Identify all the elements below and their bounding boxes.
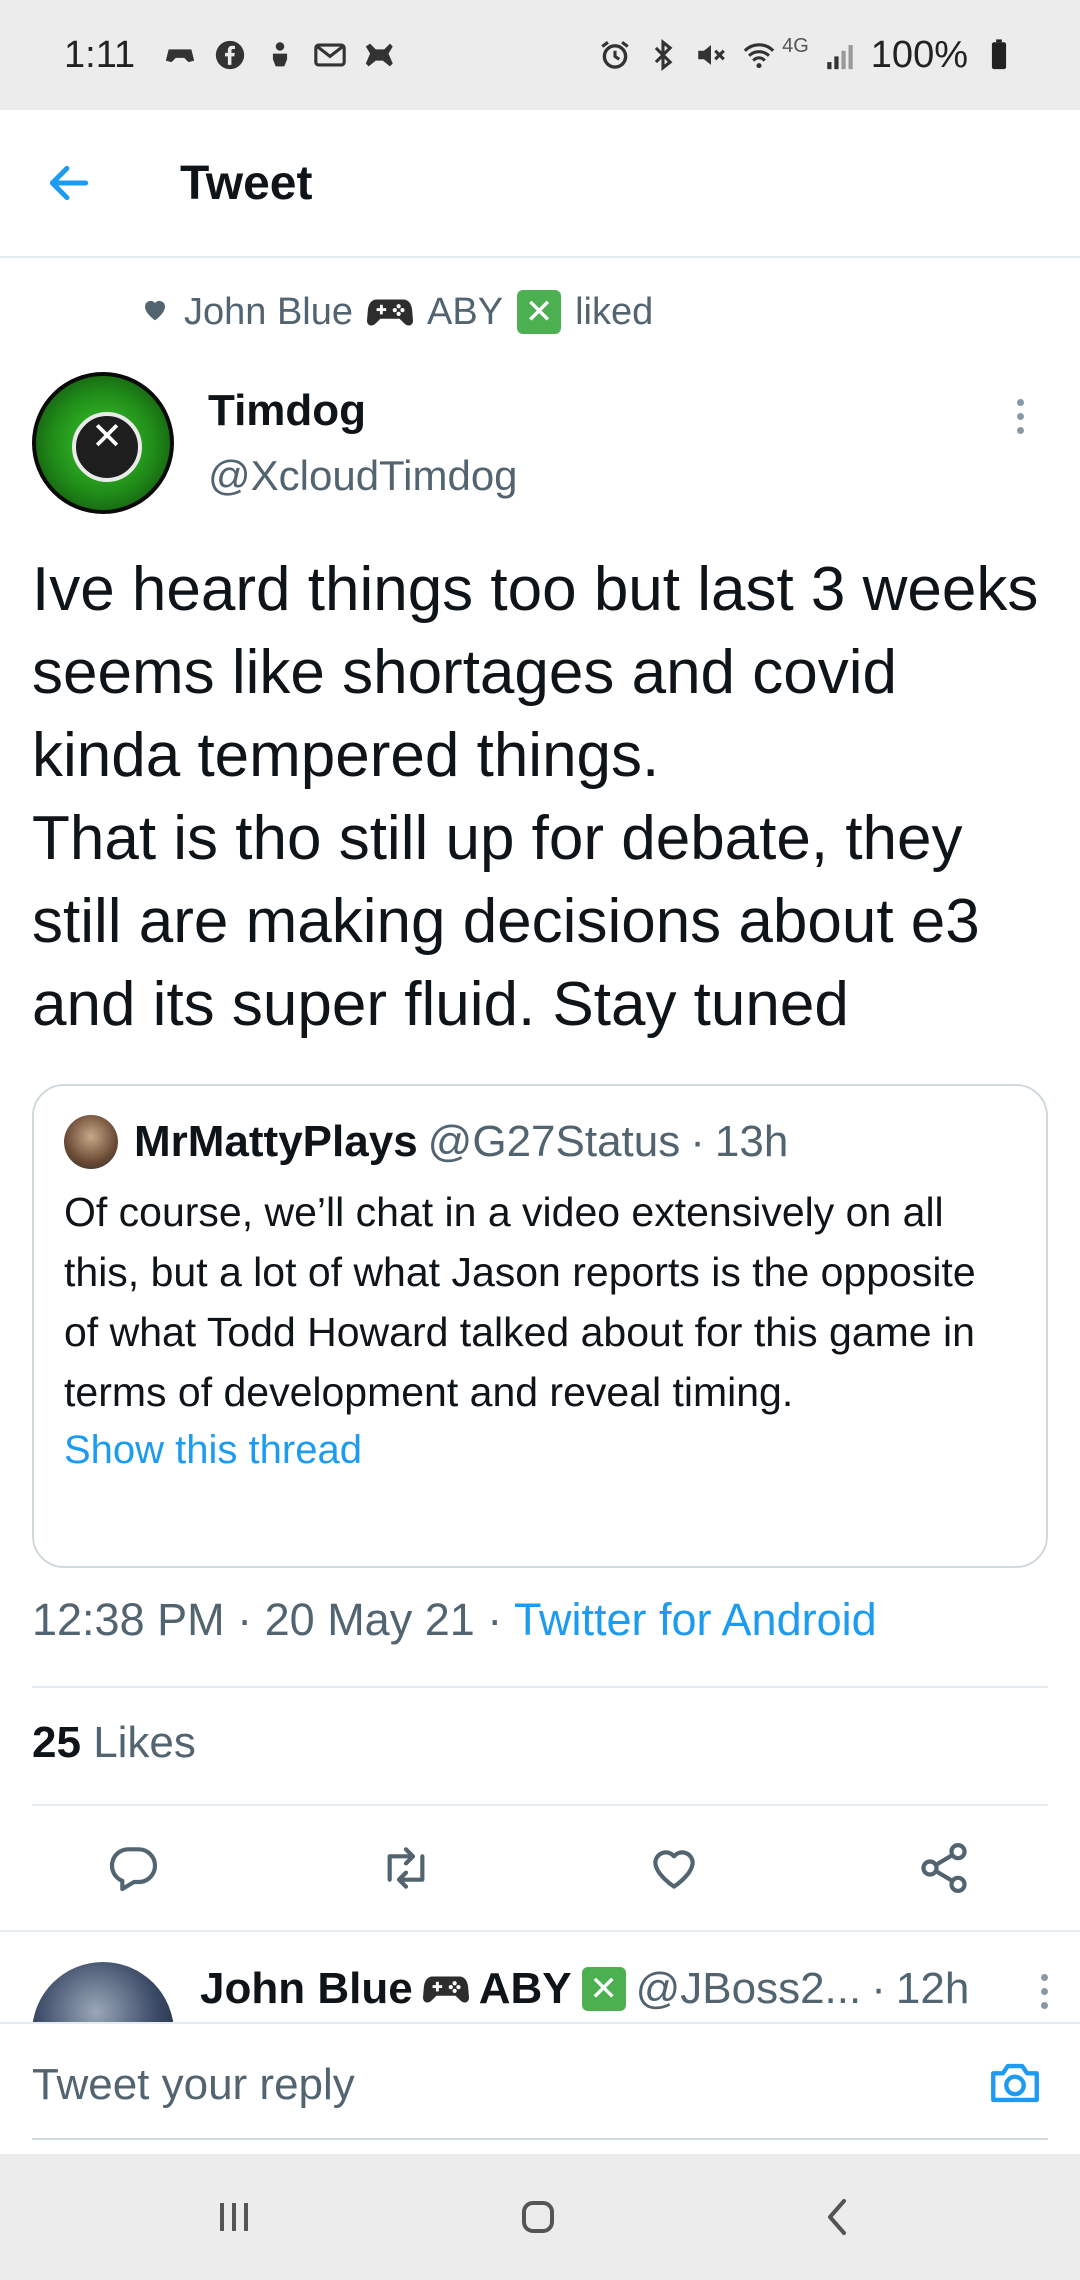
reply-author-handle: @JBoss2...: [635, 1964, 862, 2013]
battery-icon: [982, 38, 1016, 72]
social-context-action: liked: [575, 290, 654, 333]
anchor-icon: [263, 38, 297, 72]
share-icon: [921, 1843, 967, 1893]
home-icon: [522, 2201, 554, 2233]
like-button[interactable]: [632, 1826, 716, 1910]
reply-button[interactable]: [92, 1826, 176, 1910]
reply-input[interactable]: Tweet your reply: [32, 2060, 355, 2110]
more-dot-icon: [1016, 426, 1024, 434]
back-arrow-icon: [49, 165, 89, 201]
quoted-tweet-text: Of course, we’ll chat in a video extensi…: [64, 1189, 976, 1415]
social-context: John Blue ABY ✕ liked: [140, 290, 653, 334]
more-dot-icon: [1016, 412, 1024, 420]
chevron-left-icon: [828, 2199, 846, 2235]
mute-icon: [694, 38, 728, 72]
video-game-emoji-icon: [367, 293, 414, 331]
timestamp-separator: ·: [487, 1594, 514, 1645]
reply-author-name[interactable]: John Blue: [200, 1964, 413, 2014]
reply-author-avatar[interactable]: [32, 1962, 174, 2022]
top-app-bar: Tweet: [0, 110, 1080, 258]
reply-more-options-button[interactable]: [1024, 1966, 1064, 2016]
quoted-separator: ·: [690, 1117, 705, 1166]
signal-icon: [823, 38, 857, 72]
recent-apps-icon: [220, 2203, 248, 2231]
likes-stat[interactable]: 25 Likes: [32, 1718, 196, 1768]
social-context-tag: ABY: [427, 290, 504, 333]
timestamp-separator: ·: [237, 1594, 265, 1645]
xbox-x-icon: ✕: [91, 416, 123, 458]
more-options-button[interactable]: [1000, 386, 1040, 446]
tweet-source-link[interactable]: Twitter for Android: [514, 1594, 877, 1645]
more-dot-icon: [1016, 398, 1024, 406]
page-title: Tweet: [180, 156, 313, 210]
retweet-button[interactable]: [364, 1826, 448, 1910]
more-dot-icon: [1040, 2001, 1048, 2009]
more-dot-icon: [1040, 1987, 1048, 1995]
retweet-icon: [387, 1847, 425, 1889]
input-underline: [32, 2138, 1048, 2140]
heart-icon: [140, 291, 170, 334]
tweet-date: 20 May 21: [264, 1594, 475, 1645]
likes-label: Likes: [93, 1718, 196, 1767]
quoted-author-handle: @G27Status: [427, 1117, 681, 1166]
reply-author-tag: ABY: [478, 1964, 572, 2013]
camera-button[interactable]: [980, 2048, 1050, 2118]
reply-icon: [109, 1847, 158, 1892]
camera-icon: [991, 2063, 1039, 2103]
video-game-emoji-icon: [422, 1970, 469, 2008]
quoted-author-avatar: [64, 1115, 118, 1169]
battery-percent: 100%: [870, 33, 968, 76]
reply-header: John Blue ABY ✕ @JBoss2... · 12h: [200, 1964, 969, 2014]
quoted-tweet-age: 13h: [714, 1117, 789, 1166]
social-context-name[interactable]: John Blue: [184, 291, 353, 334]
tweet-timestamp: 12:38 PM · 20 May 21 · Twitter for Andro…: [32, 1594, 877, 1646]
mail-icon: [313, 38, 347, 72]
reply-separator: ·: [871, 1964, 886, 2013]
author-avatar[interactable]: ✕: [32, 372, 174, 514]
show-thread-link[interactable]: Show this thread: [64, 1428, 1016, 1473]
more-dot-icon: [1040, 1973, 1048, 1981]
divider: [32, 1686, 1048, 1688]
game-controller-icon: [163, 38, 197, 72]
tweet-time: 12:38 PM: [32, 1594, 225, 1645]
reply-age: 12h: [895, 1964, 970, 2013]
gamepad-icon: [363, 38, 397, 72]
recent-apps-button[interactable]: [194, 2184, 274, 2250]
tweet-actions: [0, 1826, 1080, 1910]
divider: [32, 1804, 1048, 1806]
heart-outline-icon: [653, 1850, 695, 1889]
system-navigation-bar: [0, 2154, 1080, 2280]
author-name[interactable]: Timdog: [208, 386, 366, 436]
network-type: 4G: [782, 34, 809, 57]
tweet-text: Ive heard things too but last 3 weeks se…: [32, 555, 1039, 1039]
cross-mark-emoji-icon: ✕: [581, 1967, 626, 2011]
quoted-author-name: MrMattyPlays: [134, 1117, 418, 1166]
quoted-tweet-header: MrMattyPlays @G27Status · 13h: [64, 1110, 1016, 1174]
home-button[interactable]: [498, 2184, 578, 2250]
author-handle[interactable]: @XcloudTimdog: [208, 452, 518, 500]
likes-count: 25: [32, 1718, 81, 1767]
quoted-tweet[interactable]: MrMattyPlays @G27Status · 13h Of course,…: [32, 1084, 1048, 1568]
cross-mark-emoji-icon: ✕: [517, 290, 562, 334]
reply-composer: Tweet your reply: [0, 2022, 1080, 2154]
bluetooth-icon: [646, 38, 680, 72]
wifi-icon: [742, 38, 776, 72]
reply-tweet-preview[interactable]: John Blue ABY ✕ @JBoss2... · 12h: [0, 1932, 1080, 2022]
alarm-icon: [598, 38, 632, 72]
status-bar: 1:11 4G 100%: [0, 0, 1080, 110]
share-button[interactable]: [902, 1826, 986, 1910]
tweet-author: ✕ Timdog @XcloudTimdog: [32, 372, 1048, 514]
status-time: 1:11: [64, 33, 136, 76]
facebook-icon: [213, 38, 247, 72]
system-back-button[interactable]: [798, 2184, 878, 2250]
back-button[interactable]: [0, 109, 144, 257]
